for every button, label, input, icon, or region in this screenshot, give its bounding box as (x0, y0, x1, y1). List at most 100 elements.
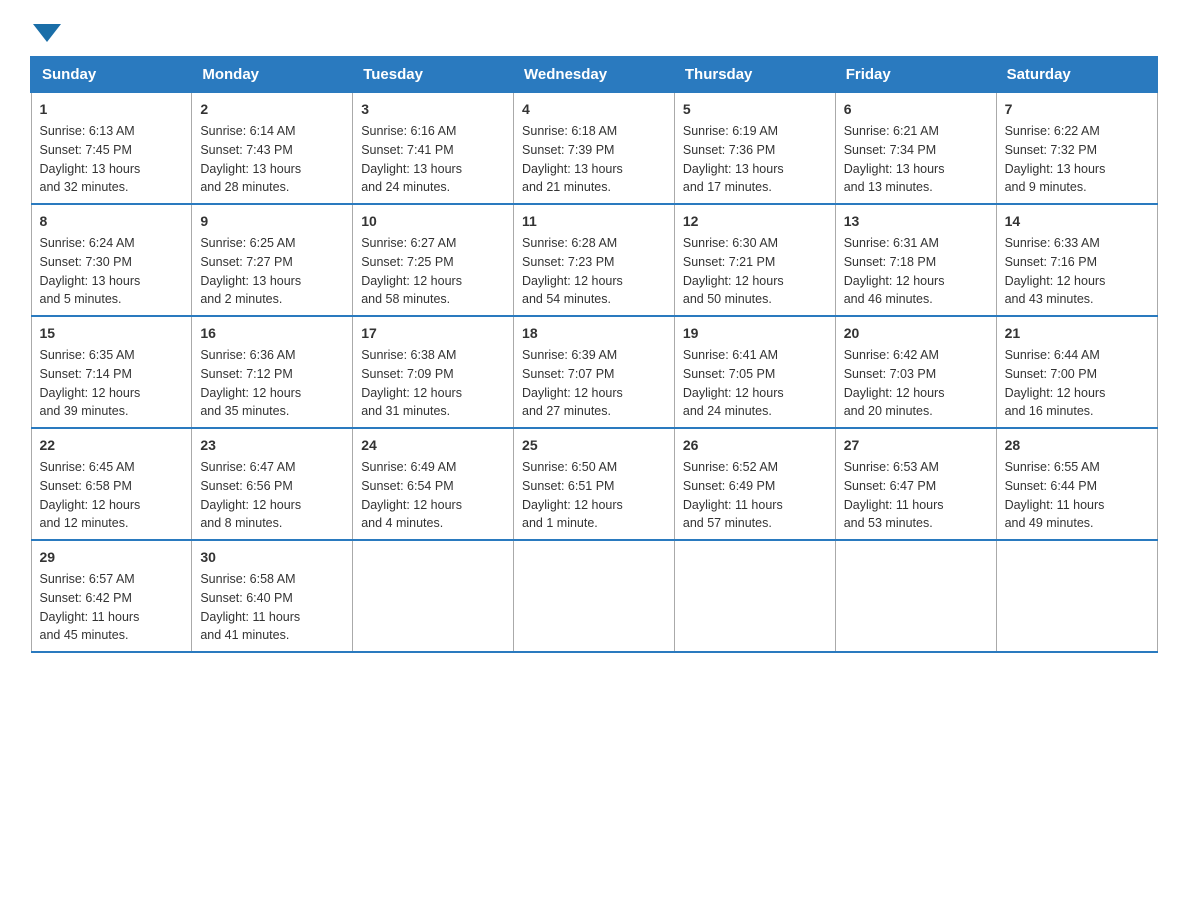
calendar-cell: 11Sunrise: 6:28 AMSunset: 7:23 PMDayligh… (514, 204, 675, 316)
sun-info: Sunrise: 6:57 AMSunset: 6:42 PMDaylight:… (40, 570, 184, 645)
calendar-cell: 9Sunrise: 6:25 AMSunset: 7:27 PMDaylight… (192, 204, 353, 316)
calendar-cell: 3Sunrise: 6:16 AMSunset: 7:41 PMDaylight… (353, 92, 514, 204)
day-number: 29 (40, 547, 184, 568)
day-number: 23 (200, 435, 344, 456)
sun-info: Sunrise: 6:24 AMSunset: 7:30 PMDaylight:… (40, 234, 184, 309)
day-number: 25 (522, 435, 666, 456)
sun-info: Sunrise: 6:53 AMSunset: 6:47 PMDaylight:… (844, 458, 988, 533)
sun-info: Sunrise: 6:31 AMSunset: 7:18 PMDaylight:… (844, 234, 988, 309)
page-header (30, 20, 1158, 38)
calendar-cell: 24Sunrise: 6:49 AMSunset: 6:54 PMDayligh… (353, 428, 514, 540)
day-number: 20 (844, 323, 988, 344)
day-number: 28 (1005, 435, 1149, 456)
calendar-cell: 1Sunrise: 6:13 AMSunset: 7:45 PMDaylight… (31, 92, 192, 204)
sun-info: Sunrise: 6:21 AMSunset: 7:34 PMDaylight:… (844, 122, 988, 197)
sun-info: Sunrise: 6:39 AMSunset: 7:07 PMDaylight:… (522, 346, 666, 421)
day-number: 22 (40, 435, 184, 456)
sun-info: Sunrise: 6:38 AMSunset: 7:09 PMDaylight:… (361, 346, 505, 421)
sun-info: Sunrise: 6:44 AMSunset: 7:00 PMDaylight:… (1005, 346, 1149, 421)
sun-info: Sunrise: 6:13 AMSunset: 7:45 PMDaylight:… (40, 122, 184, 197)
sun-info: Sunrise: 6:41 AMSunset: 7:05 PMDaylight:… (683, 346, 827, 421)
sun-info: Sunrise: 6:58 AMSunset: 6:40 PMDaylight:… (200, 570, 344, 645)
sun-info: Sunrise: 6:28 AMSunset: 7:23 PMDaylight:… (522, 234, 666, 309)
calendar-cell (996, 540, 1157, 652)
logo (30, 20, 61, 38)
calendar-cell: 8Sunrise: 6:24 AMSunset: 7:30 PMDaylight… (31, 204, 192, 316)
calendar-cell: 17Sunrise: 6:38 AMSunset: 7:09 PMDayligh… (353, 316, 514, 428)
calendar-cell: 23Sunrise: 6:47 AMSunset: 6:56 PMDayligh… (192, 428, 353, 540)
col-header-friday: Friday (835, 57, 996, 92)
day-number: 27 (844, 435, 988, 456)
calendar-cell: 28Sunrise: 6:55 AMSunset: 6:44 PMDayligh… (996, 428, 1157, 540)
sun-info: Sunrise: 6:52 AMSunset: 6:49 PMDaylight:… (683, 458, 827, 533)
calendar-cell: 26Sunrise: 6:52 AMSunset: 6:49 PMDayligh… (674, 428, 835, 540)
day-number: 14 (1005, 211, 1149, 232)
day-number: 16 (200, 323, 344, 344)
day-number: 12 (683, 211, 827, 232)
day-number: 30 (200, 547, 344, 568)
calendar-cell: 22Sunrise: 6:45 AMSunset: 6:58 PMDayligh… (31, 428, 192, 540)
day-number: 15 (40, 323, 184, 344)
calendar-cell: 16Sunrise: 6:36 AMSunset: 7:12 PMDayligh… (192, 316, 353, 428)
calendar-cell: 29Sunrise: 6:57 AMSunset: 6:42 PMDayligh… (31, 540, 192, 652)
calendar-cell: 6Sunrise: 6:21 AMSunset: 7:34 PMDaylight… (835, 92, 996, 204)
sun-info: Sunrise: 6:25 AMSunset: 7:27 PMDaylight:… (200, 234, 344, 309)
calendar-cell (835, 540, 996, 652)
day-number: 7 (1005, 99, 1149, 120)
logo-arrow-icon (33, 24, 61, 42)
calendar-cell: 4Sunrise: 6:18 AMSunset: 7:39 PMDaylight… (514, 92, 675, 204)
calendar-cell (674, 540, 835, 652)
day-number: 24 (361, 435, 505, 456)
sun-info: Sunrise: 6:50 AMSunset: 6:51 PMDaylight:… (522, 458, 666, 533)
day-number: 4 (522, 99, 666, 120)
sun-info: Sunrise: 6:49 AMSunset: 6:54 PMDaylight:… (361, 458, 505, 533)
sun-info: Sunrise: 6:45 AMSunset: 6:58 PMDaylight:… (40, 458, 184, 533)
sun-info: Sunrise: 6:16 AMSunset: 7:41 PMDaylight:… (361, 122, 505, 197)
calendar-cell: 25Sunrise: 6:50 AMSunset: 6:51 PMDayligh… (514, 428, 675, 540)
day-number: 17 (361, 323, 505, 344)
day-number: 11 (522, 211, 666, 232)
sun-info: Sunrise: 6:22 AMSunset: 7:32 PMDaylight:… (1005, 122, 1149, 197)
day-number: 8 (40, 211, 184, 232)
calendar-cell: 20Sunrise: 6:42 AMSunset: 7:03 PMDayligh… (835, 316, 996, 428)
col-header-tuesday: Tuesday (353, 57, 514, 92)
calendar-cell: 14Sunrise: 6:33 AMSunset: 7:16 PMDayligh… (996, 204, 1157, 316)
day-number: 1 (40, 99, 184, 120)
sun-info: Sunrise: 6:27 AMSunset: 7:25 PMDaylight:… (361, 234, 505, 309)
sun-info: Sunrise: 6:14 AMSunset: 7:43 PMDaylight:… (200, 122, 344, 197)
col-header-wednesday: Wednesday (514, 57, 675, 92)
calendar-cell: 30Sunrise: 6:58 AMSunset: 6:40 PMDayligh… (192, 540, 353, 652)
day-number: 6 (844, 99, 988, 120)
day-number: 21 (1005, 323, 1149, 344)
day-number: 9 (200, 211, 344, 232)
calendar-cell (514, 540, 675, 652)
calendar-cell: 27Sunrise: 6:53 AMSunset: 6:47 PMDayligh… (835, 428, 996, 540)
calendar-cell: 15Sunrise: 6:35 AMSunset: 7:14 PMDayligh… (31, 316, 192, 428)
calendar-cell: 10Sunrise: 6:27 AMSunset: 7:25 PMDayligh… (353, 204, 514, 316)
sun-info: Sunrise: 6:18 AMSunset: 7:39 PMDaylight:… (522, 122, 666, 197)
calendar-cell: 19Sunrise: 6:41 AMSunset: 7:05 PMDayligh… (674, 316, 835, 428)
calendar-cell: 5Sunrise: 6:19 AMSunset: 7:36 PMDaylight… (674, 92, 835, 204)
sun-info: Sunrise: 6:35 AMSunset: 7:14 PMDaylight:… (40, 346, 184, 421)
calendar-cell: 21Sunrise: 6:44 AMSunset: 7:00 PMDayligh… (996, 316, 1157, 428)
sun-info: Sunrise: 6:55 AMSunset: 6:44 PMDaylight:… (1005, 458, 1149, 533)
day-number: 18 (522, 323, 666, 344)
sun-info: Sunrise: 6:47 AMSunset: 6:56 PMDaylight:… (200, 458, 344, 533)
calendar-table: SundayMondayTuesdayWednesdayThursdayFrid… (30, 56, 1158, 653)
col-header-monday: Monday (192, 57, 353, 92)
calendar-cell: 2Sunrise: 6:14 AMSunset: 7:43 PMDaylight… (192, 92, 353, 204)
col-header-sunday: Sunday (31, 57, 192, 92)
day-number: 13 (844, 211, 988, 232)
calendar-cell: 7Sunrise: 6:22 AMSunset: 7:32 PMDaylight… (996, 92, 1157, 204)
sun-info: Sunrise: 6:42 AMSunset: 7:03 PMDaylight:… (844, 346, 988, 421)
calendar-cell (353, 540, 514, 652)
day-number: 5 (683, 99, 827, 120)
calendar-cell: 12Sunrise: 6:30 AMSunset: 7:21 PMDayligh… (674, 204, 835, 316)
day-number: 3 (361, 99, 505, 120)
sun-info: Sunrise: 6:33 AMSunset: 7:16 PMDaylight:… (1005, 234, 1149, 309)
calendar-cell: 18Sunrise: 6:39 AMSunset: 7:07 PMDayligh… (514, 316, 675, 428)
col-header-thursday: Thursday (674, 57, 835, 92)
day-number: 2 (200, 99, 344, 120)
col-header-saturday: Saturday (996, 57, 1157, 92)
sun-info: Sunrise: 6:30 AMSunset: 7:21 PMDaylight:… (683, 234, 827, 309)
